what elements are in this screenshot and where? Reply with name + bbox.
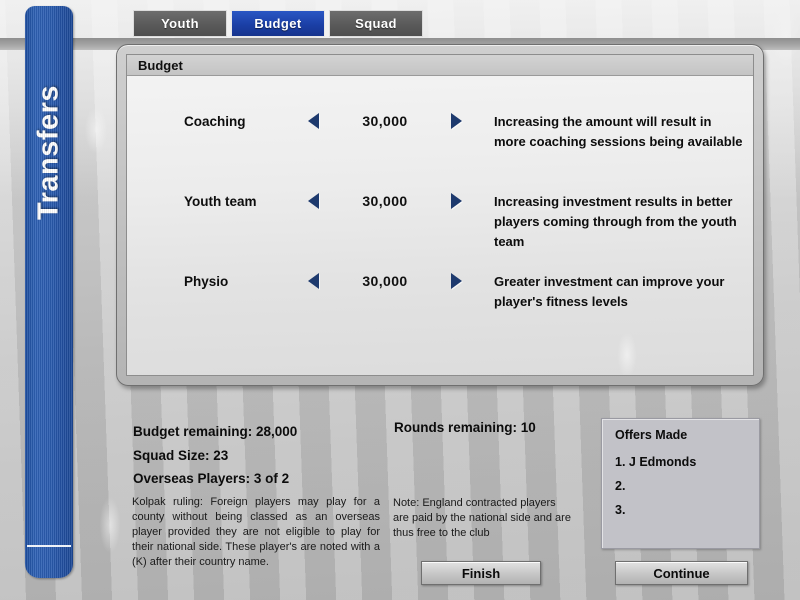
- england-contract-note: Note: England contracted players are pai…: [393, 497, 571, 539]
- squad-stats: Budget remaining: 28,000 Squad Size: 23 …: [133, 420, 297, 491]
- budget-row-label: Physio: [184, 274, 229, 289]
- triangle-right-icon[interactable]: [450, 273, 462, 289]
- tab-squad[interactable]: Squad: [329, 10, 423, 37]
- budget-row-coaching: Coaching 30,000 Increasing the amount wi…: [127, 112, 753, 192]
- list-item[interactable]: 1. J Edmonds: [615, 450, 759, 474]
- budget-row-youth-team: Youth team 30,000 Increasing investment …: [127, 192, 753, 272]
- panel-title: Budget: [127, 55, 753, 76]
- triangle-right-icon[interactable]: [450, 113, 462, 129]
- offers-made-title: Offers Made: [615, 428, 688, 442]
- youth-team-amount: 30,000: [362, 193, 408, 209]
- transfers-sidebar: Transfers: [25, 6, 73, 578]
- triangle-left-icon[interactable]: [308, 113, 319, 129]
- coaching-amount: 30,000: [362, 113, 408, 129]
- tab-budget[interactable]: Budget: [231, 10, 325, 37]
- tab-bar: Youth Budget Squad: [133, 10, 423, 37]
- list-item[interactable]: 3.: [615, 498, 759, 522]
- physio-stepper: 30,000: [308, 272, 462, 289]
- coaching-description: Increasing the amount will result in mor…: [494, 114, 743, 149]
- triangle-left-icon[interactable]: [308, 193, 319, 209]
- budget-row-physio: Physio 30,000 Greater investment can imp…: [127, 272, 753, 352]
- finish-button[interactable]: Finish: [421, 561, 541, 585]
- budget-panel: Budget Coaching 30,000 Increasing the am…: [116, 44, 764, 386]
- coaching-stepper: 30,000: [308, 112, 462, 129]
- continue-button[interactable]: Continue: [615, 561, 748, 585]
- triangle-right-icon[interactable]: [450, 193, 462, 209]
- budget-row-label: Coaching: [184, 114, 246, 129]
- squad-size-text: Squad Size: 23: [133, 447, 229, 463]
- offers-made-panel: Offers Made 1. J Edmonds 2. 3.: [601, 418, 760, 549]
- youth-team-stepper: 30,000: [308, 192, 462, 209]
- overseas-players-text: Overseas Players: 3 of 2: [133, 471, 290, 486]
- budget-panel-inner: Budget Coaching 30,000 Increasing the am…: [126, 54, 754, 376]
- rounds-remaining-text: Rounds remaining: 10: [394, 420, 536, 435]
- kolpak-ruling-note: Kolpak ruling: Foreign players may play …: [132, 496, 380, 568]
- physio-amount: 30,000: [362, 273, 408, 289]
- budget-remaining-text: Budget remaining: 28,000: [133, 424, 298, 439]
- game-screen: Transfers Youth Budget Squad Budget Coac…: [0, 0, 800, 600]
- sidebar-divider: [27, 545, 71, 547]
- budget-row-list: Coaching 30,000 Increasing the amount wi…: [127, 76, 753, 352]
- triangle-left-icon[interactable]: [308, 273, 319, 289]
- budget-row-label: Youth team: [184, 194, 257, 209]
- transfers-sidebar-label: Transfers: [32, 84, 65, 221]
- tab-youth[interactable]: Youth: [133, 10, 227, 37]
- youth-team-description: Increasing investment results in better …: [494, 194, 737, 249]
- list-item[interactable]: 2.: [615, 474, 759, 498]
- physio-description: Greater investment can improve your play…: [494, 274, 725, 309]
